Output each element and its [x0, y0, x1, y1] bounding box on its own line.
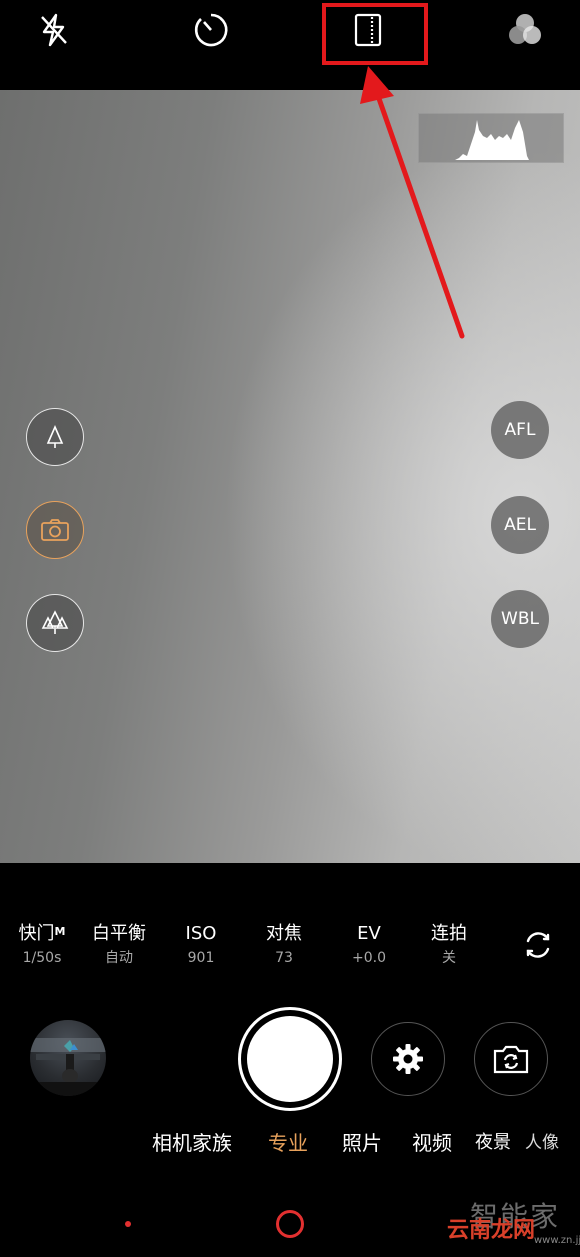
- annotation-highlight-box: [322, 3, 428, 65]
- filter-icon[interactable]: [503, 8, 547, 52]
- setting-ev-label: EV: [357, 923, 381, 944]
- flash-off-icon[interactable]: [32, 8, 76, 52]
- setting-iso[interactable]: ISO 901: [161, 922, 241, 968]
- timer-icon[interactable]: [189, 8, 233, 52]
- mode-photo[interactable]: 照片: [342, 1130, 382, 1156]
- setting-focus-value: 73: [275, 950, 293, 966]
- mode-pro[interactable]: 专业: [268, 1130, 308, 1156]
- setting-white-balance-value: 自动: [105, 950, 133, 966]
- shutter-button[interactable]: [247, 1016, 333, 1102]
- setting-iso-label: ISO: [185, 923, 217, 944]
- setting-shutter-label: 快门M: [18, 923, 66, 944]
- mode-camera-family[interactable]: 相机家族: [152, 1130, 232, 1156]
- watermark-url: www.zn.jj.com: [534, 1235, 580, 1246]
- forest-icon: [41, 610, 69, 634]
- mode-night[interactable]: 夜景: [475, 1130, 511, 1156]
- scene-mode-button[interactable]: [26, 408, 84, 466]
- reset-settings-icon[interactable]: [520, 927, 556, 963]
- gallery-thumbnail[interactable]: [30, 1020, 106, 1096]
- camera-icon: [41, 519, 69, 541]
- gear-icon: [393, 1044, 423, 1074]
- camera-mode-button[interactable]: [26, 501, 84, 559]
- setting-burst-label: 连拍: [431, 923, 467, 944]
- setting-white-balance-label: 白平衡: [92, 923, 146, 944]
- settings-button[interactable]: [371, 1022, 445, 1096]
- setting-burst-value: 关: [442, 950, 456, 966]
- switch-camera-button[interactable]: [474, 1022, 548, 1096]
- ael-button[interactable]: AEL: [491, 496, 549, 554]
- mode-video[interactable]: 视频: [412, 1130, 452, 1156]
- gallery-thumbnail-image: [30, 1038, 106, 1096]
- setting-burst[interactable]: 连拍 关: [409, 922, 489, 968]
- switch-camera-icon: [493, 1045, 529, 1074]
- home-button-icon[interactable]: [276, 1210, 304, 1238]
- viewfinder[interactable]: [0, 90, 580, 863]
- afl-button[interactable]: AFL: [491, 401, 549, 459]
- setting-ev[interactable]: EV +0.0: [329, 922, 409, 968]
- annotation-arrow: [360, 66, 465, 339]
- manual-indicator: M: [54, 925, 66, 938]
- nav-dot-icon[interactable]: [125, 1221, 131, 1227]
- setting-ev-value: +0.0: [352, 950, 386, 966]
- top-bar: [0, 0, 580, 90]
- setting-focus[interactable]: 对焦 73: [244, 922, 324, 968]
- watermark-site: 云南龙网: [447, 1218, 536, 1243]
- setting-shutter[interactable]: 快门M 1/50s: [2, 922, 82, 968]
- tree-icon: [46, 425, 64, 448]
- setting-iso-value: 901: [187, 950, 215, 966]
- wbl-button[interactable]: WBL: [491, 590, 549, 648]
- setting-white-balance[interactable]: 白平衡 自动: [79, 922, 159, 968]
- setting-shutter-value: 1/50s: [22, 950, 62, 966]
- setting-focus-label: 对焦: [266, 923, 302, 944]
- landscape-mode-button[interactable]: [26, 594, 84, 652]
- mode-portrait[interactable]: 人像: [525, 1130, 559, 1156]
